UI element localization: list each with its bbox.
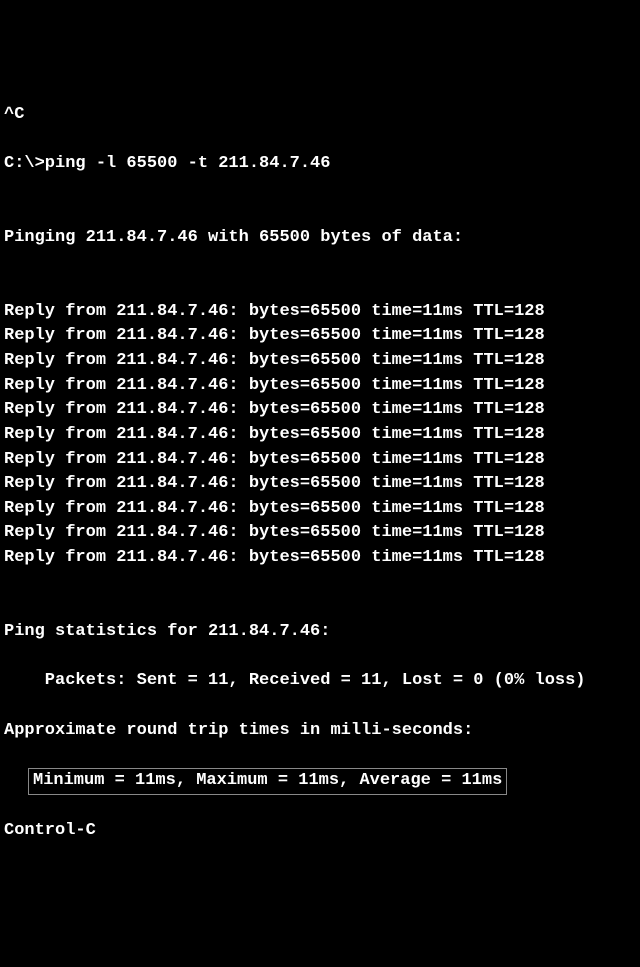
reply-line: Reply from 211.84.7.46: bytes=65500 time…: [4, 546, 636, 571]
command-prompt-line: C:\>ping -l 65500 -t 211.84.7.46: [4, 152, 636, 177]
timing-stats: Minimum = 11ms, Maximum = 11ms, Average …: [28, 768, 507, 795]
reply-line: Reply from 211.84.7.46: bytes=65500 time…: [4, 349, 636, 374]
reply-line: Reply from 211.84.7.46: bytes=65500 time…: [4, 398, 636, 423]
approx-header: Approximate round trip times in milli-se…: [4, 719, 636, 744]
reply-list: Reply from 211.84.7.46: bytes=65500 time…: [4, 300, 636, 571]
reply-line: Reply from 211.84.7.46: bytes=65500 time…: [4, 497, 636, 522]
control-c-line: Control-C: [4, 819, 636, 844]
interrupt-signal: ^C: [4, 103, 636, 128]
reply-line: Reply from 211.84.7.46: bytes=65500 time…: [4, 521, 636, 546]
ping-header: Pinging 211.84.7.46 with 65500 bytes of …: [4, 226, 636, 251]
reply-line: Reply from 211.84.7.46: bytes=65500 time…: [4, 374, 636, 399]
packets-stats: Packets: Sent = 11, Received = 11, Lost …: [4, 669, 636, 694]
reply-line: Reply from 211.84.7.46: bytes=65500 time…: [4, 300, 636, 325]
reply-line: Reply from 211.84.7.46: bytes=65500 time…: [4, 448, 636, 473]
timing-stats-box: Minimum = 11ms, Maximum = 11ms, Average …: [4, 768, 636, 795]
stats-header: Ping statistics for 211.84.7.46:: [4, 620, 636, 645]
reply-line: Reply from 211.84.7.46: bytes=65500 time…: [4, 423, 636, 448]
reply-line: Reply from 211.84.7.46: bytes=65500 time…: [4, 324, 636, 349]
reply-line: Reply from 211.84.7.46: bytes=65500 time…: [4, 472, 636, 497]
